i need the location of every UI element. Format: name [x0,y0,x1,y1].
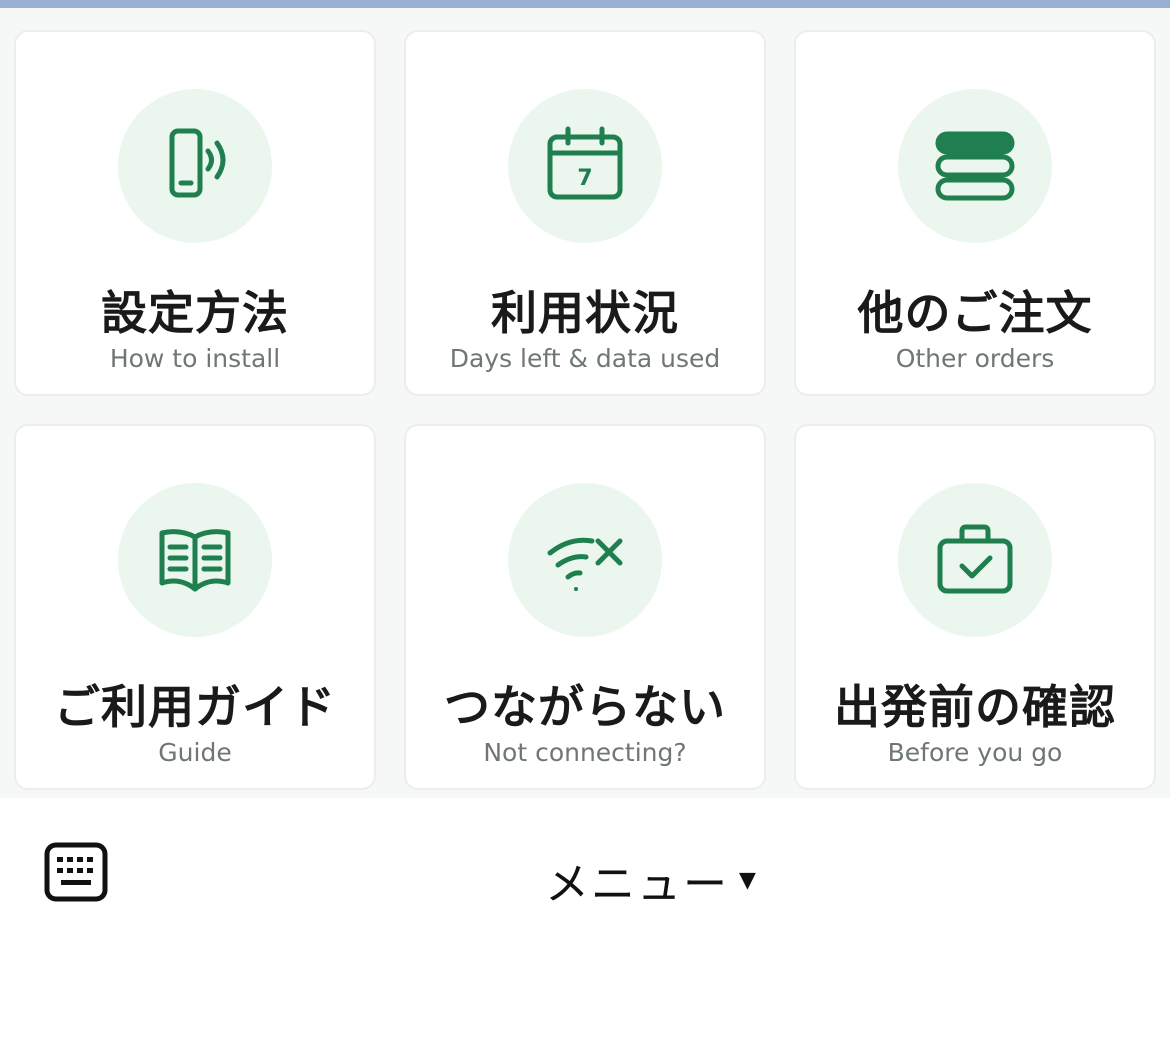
tile-subtitle: How to install [109,344,281,373]
tile-title: ご利用ガイド [54,680,336,734]
rich-menu-panel: 設定方法 How to install 7 利用状況 Days left & d… [0,8,1170,798]
calendar-day: 7 [577,166,592,191]
icon-circle [898,89,1052,243]
tile-title: つながらない [444,680,726,734]
caret-down-icon: ▼ [739,867,756,893]
icon-circle [898,483,1052,637]
tile-usage[interactable]: 7 利用状況 Days left & data used [404,30,766,396]
icon-circle: 7 [508,89,662,243]
wifi-off-icon [547,537,623,591]
icon-circle [118,483,272,637]
menu-toggle-button[interactable]: メニュー ▼ [545,848,756,912]
phone-signal-icon [169,128,226,198]
menu-grid: 設定方法 How to install 7 利用状況 Days left & d… [14,30,1156,790]
tile-title: 出発前の確認 [834,680,1116,734]
keyboard-icon [44,842,108,902]
tile-subtitle: Not connecting? [483,738,687,767]
suitcase-check-icon [937,524,1013,594]
tile-title: 他のご注文 [857,286,1093,340]
tile-subtitle: Other orders [895,344,1055,373]
tile-before-you-go[interactable]: 出発前の確認 Before you go [794,424,1156,790]
stack-icon [935,131,1015,201]
icon-circle [508,483,662,637]
bottom-bar: メニュー ▼ [0,798,1170,1052]
tile-subtitle: Days left & data used [449,344,721,373]
tile-subtitle: Before you go [887,738,1063,767]
tile-title: 利用状況 [491,286,679,340]
tile-guide[interactable]: ご利用ガイド Guide [14,424,376,790]
tile-title: 設定方法 [101,286,289,340]
menu-label: メニュー [545,859,729,910]
calendar-icon: 7 [547,126,623,200]
tile-other-orders[interactable]: 他のご注文 Other orders [794,30,1156,396]
tile-not-connecting[interactable]: つながらない Not connecting? [404,424,766,790]
tile-how-to-install[interactable]: 設定方法 How to install [14,30,376,396]
icon-circle [118,89,272,243]
top-strip [0,0,1170,8]
keyboard-button[interactable] [44,842,108,902]
tile-subtitle: Guide [158,738,232,767]
book-icon [159,529,231,592]
